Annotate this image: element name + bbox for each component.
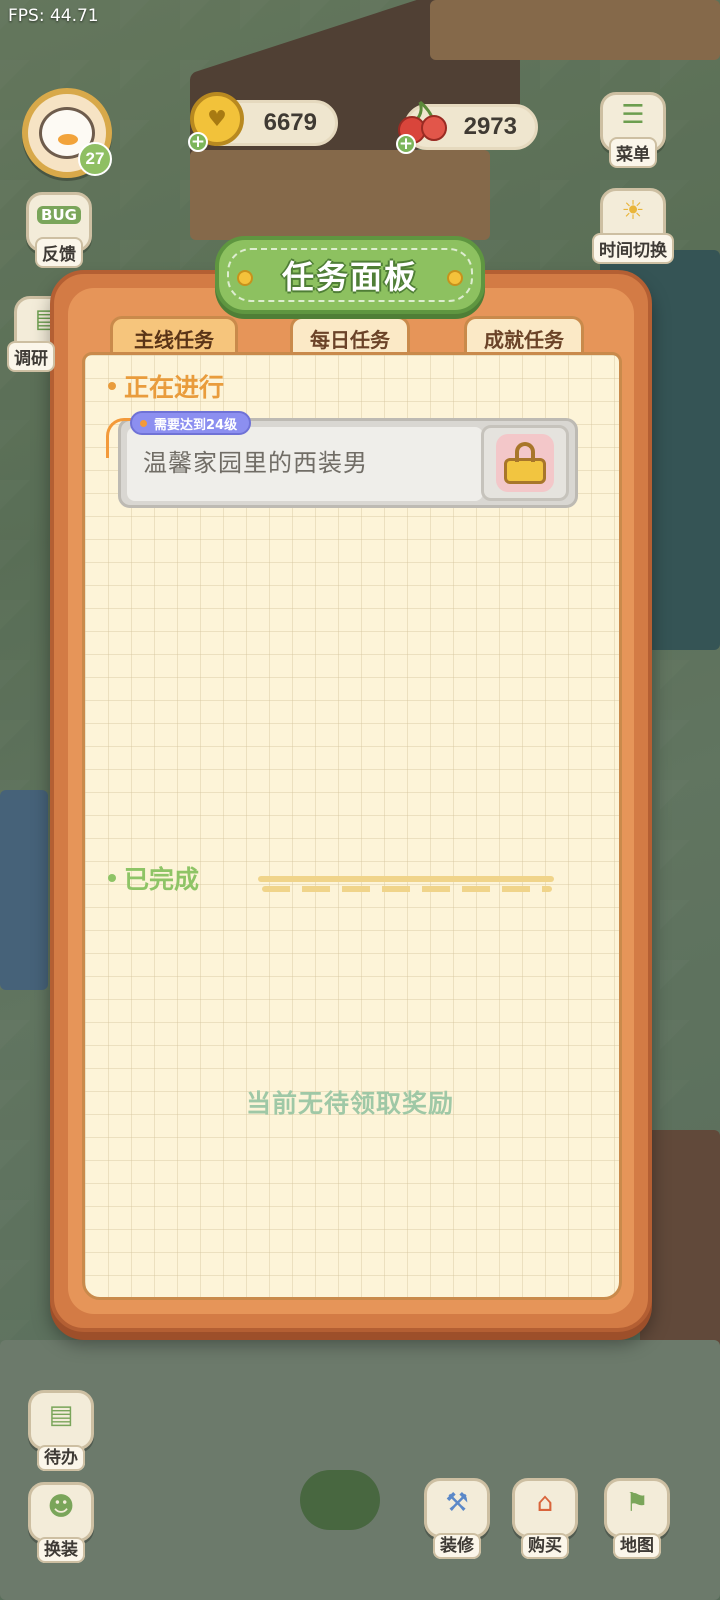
outfit-icon: ☻: [47, 1492, 75, 1522]
menu-icon: ☰: [621, 100, 645, 130]
task-name: 温馨家园里的西装男: [143, 449, 368, 477]
decorate-button[interactable]: ⚒ 装修: [418, 1474, 496, 1559]
add-cherry-icon[interactable]: +: [396, 134, 416, 154]
shop-label: 购买: [521, 1533, 569, 1559]
time-switch-button[interactable]: ☀ 时间切换: [582, 182, 684, 264]
decorate-icon: ⚒: [445, 1488, 469, 1518]
feedback-label: 反馈: [35, 237, 83, 268]
task-lock-button[interactable]: [481, 425, 569, 501]
decorate-label: 装修: [433, 1533, 481, 1559]
map-label: 地图: [613, 1533, 661, 1559]
add-gold-icon[interactable]: +: [188, 132, 208, 152]
outfit-button[interactable]: ☻ 换装: [22, 1478, 100, 1563]
gold-amount: 6679: [263, 109, 317, 136]
cherry-amount: 2973: [463, 113, 517, 140]
sun-moon-icon: ☀: [621, 196, 645, 226]
level-requirement-tag: 需要达到24级: [130, 411, 252, 435]
player-avatar[interactable]: 27: [22, 88, 112, 178]
completed-heading: 已完成: [108, 860, 199, 896]
map-icon: ⚑: [625, 1488, 649, 1518]
shop-button[interactable]: ⌂ 购买: [506, 1474, 584, 1559]
bug-icon: BUG: [18, 206, 100, 224]
map-button[interactable]: ⚑ 地图: [598, 1474, 676, 1559]
survey-label: 调研: [7, 341, 55, 372]
menu-label: 菜单: [609, 137, 657, 168]
clipboard-icon: ▤: [34, 304, 56, 334]
feedback-button[interactable]: BUG 反馈: [18, 186, 100, 268]
survey-button[interactable]: ▤ 调研: [6, 290, 56, 372]
fps-counter: FPS: 44.71: [8, 6, 99, 26]
todo-list-icon: ▤: [48, 1400, 74, 1430]
shop-icon: ⌂: [536, 1488, 554, 1518]
lock-icon: [496, 434, 554, 492]
menu-button[interactable]: ☰ 菜单: [592, 86, 674, 168]
panel-title-plate: 任务面板: [215, 236, 485, 314]
empty-reward-note: 当前无待领取奖励: [245, 1089, 454, 1118]
todo-button[interactable]: ▤ 待办: [22, 1386, 100, 1471]
panel-title: 任务面板: [281, 258, 418, 296]
time-switch-label: 时间切换: [592, 233, 674, 264]
outfit-label: 换装: [37, 1537, 85, 1563]
completed-divider: [258, 876, 554, 894]
todo-label: 待办: [37, 1445, 85, 1471]
player-level-badge: 27: [78, 142, 112, 176]
in-progress-heading: 正在进行: [108, 368, 224, 404]
